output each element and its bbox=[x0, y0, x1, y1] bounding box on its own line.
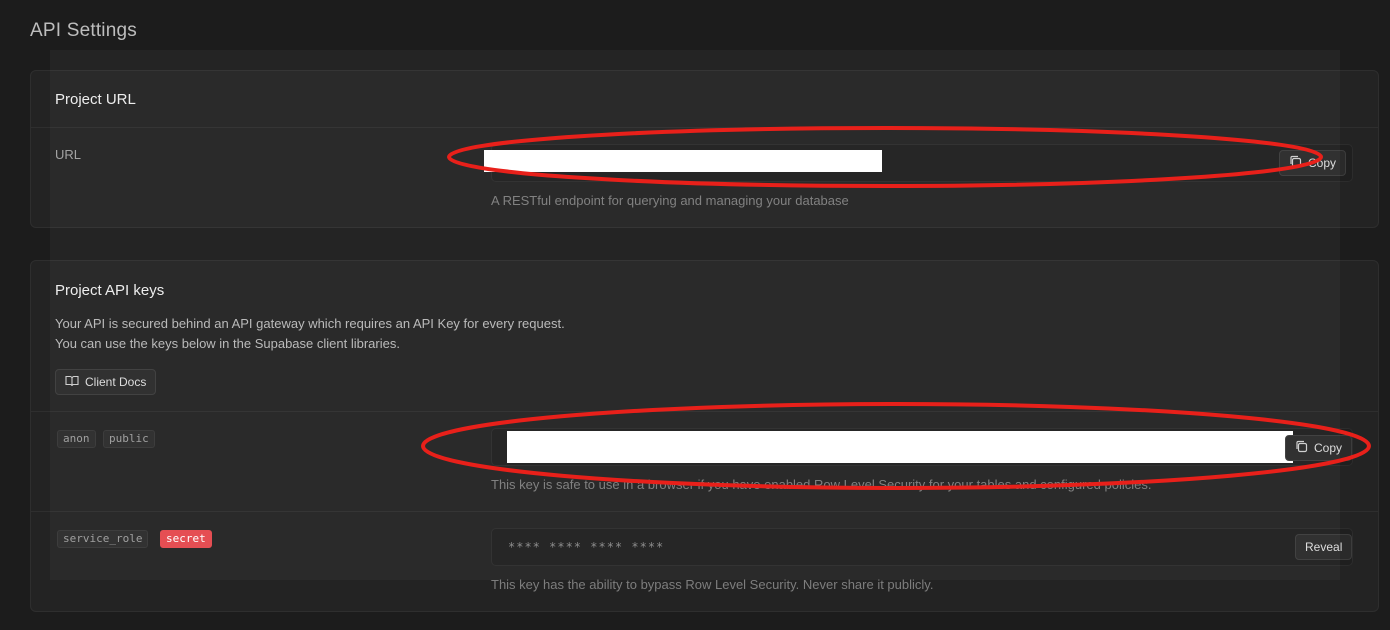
anon-key-helper-text: This key is safe to use in a browser if … bbox=[491, 477, 1152, 492]
secret-badge: secret bbox=[160, 530, 212, 548]
book-icon bbox=[65, 375, 79, 390]
redacted-url bbox=[484, 150, 882, 172]
client-docs-button[interactable]: Client Docs bbox=[55, 369, 157, 395]
client-docs-label: Client Docs bbox=[85, 375, 147, 389]
divider bbox=[31, 411, 1378, 412]
url-label: URL bbox=[55, 147, 82, 162]
divider bbox=[31, 127, 1378, 128]
copy-label: Copy bbox=[1314, 441, 1343, 455]
reveal-label: Reveal bbox=[1305, 540, 1343, 554]
api-keys-description-line1: Your API is secured behind an API gatewa… bbox=[55, 316, 565, 331]
copy-url-button[interactable]: Copy bbox=[1279, 150, 1347, 176]
service-role-tag: service_role bbox=[57, 530, 149, 548]
api-keys-panel: Project API keys Your API is secured beh… bbox=[30, 260, 1379, 612]
project-url-heading: Project URL bbox=[55, 91, 136, 108]
api-keys-description-line2: You can use the keys below in the Supaba… bbox=[55, 336, 400, 351]
copy-anon-key-button[interactable]: Copy bbox=[1285, 435, 1353, 461]
copy-icon bbox=[1295, 440, 1308, 456]
url-helper-text: A RESTful endpoint for querying and mana… bbox=[491, 193, 849, 208]
public-tag: public bbox=[103, 430, 155, 448]
copy-icon bbox=[1289, 155, 1302, 171]
service-role-helper-text: This key has the ability to bypass Row L… bbox=[491, 577, 934, 592]
anon-tag: anon bbox=[57, 430, 96, 448]
divider bbox=[31, 511, 1378, 512]
redacted-anon-key bbox=[507, 431, 1293, 463]
copy-label: Copy bbox=[1308, 156, 1337, 170]
project-url-panel: Project URL URL Copy A RESTful endpoint … bbox=[30, 70, 1379, 228]
page-title: API Settings bbox=[30, 20, 137, 41]
service-role-key-field[interactable]: **** **** **** **** bbox=[491, 528, 1353, 566]
service-role-masked-value: **** **** **** **** bbox=[508, 540, 665, 554]
reveal-button[interactable]: Reveal bbox=[1295, 534, 1353, 560]
api-keys-heading: Project API keys bbox=[55, 282, 165, 299]
